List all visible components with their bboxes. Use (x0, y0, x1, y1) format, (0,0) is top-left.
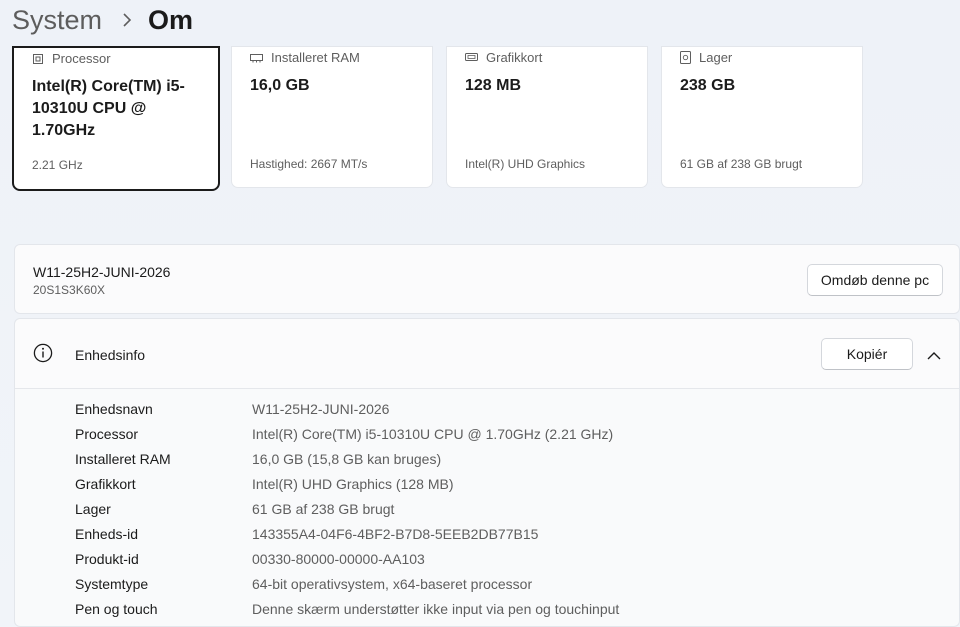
card-storage[interactable]: Lager 238 GB 61 GB af 238 GB brugt (661, 46, 863, 188)
card-label: Grafikkort (486, 50, 543, 65)
spec-value: W11-25H2-JUNI-2026 (252, 401, 390, 417)
spec-key: Grafikkort (75, 476, 136, 492)
card-subtext: 2.21 GHz (32, 158, 83, 172)
spec-key: Pen og touch (75, 601, 158, 617)
pc-model: 20S1S3K60X (33, 283, 106, 297)
card-label: Installeret RAM (271, 50, 360, 65)
breadcrumb: System Om (0, 0, 960, 40)
spec-value: Intel(R) UHD Graphics (128 MB) (252, 476, 454, 492)
spec-key: Installeret RAM (75, 451, 171, 467)
processor-icon (33, 53, 43, 64)
spec-value: 00330-80000-00000-AA103 (252, 551, 425, 567)
spec-value: Intel(R) Core(TM) i5-10310U CPU @ 1.70GH… (252, 426, 614, 442)
spec-key: Enheds-id (75, 526, 139, 542)
spec-key: Processor (75, 426, 139, 442)
card-value: 128 MB (465, 77, 522, 94)
chevron-right-icon (122, 10, 134, 30)
spec-value: 143355A4-04F6-4BF2-B7D8-5EEB2DB77B15 (252, 526, 539, 542)
card-subtext: Hastighed: 2667 MT/s (250, 157, 368, 171)
device-info-panel: Enhedsinfo Kopiér Enhedsnavn W11-25H2-JU… (14, 318, 960, 627)
spec-value: 64-bit operativsystem, x64-baseret proce… (252, 576, 533, 592)
spec-value: Denne skærm understøtter ikke input via … (252, 601, 620, 617)
spec-key: Systemtype (75, 576, 149, 592)
device-info-header[interactable]: Enhedsinfo Kopiér (15, 319, 959, 389)
card-subtext: 61 GB af 238 GB brugt (680, 157, 803, 171)
copy-button[interactable]: Kopiér (821, 338, 913, 370)
rename-pc-button[interactable]: Omdøb denne pc (807, 264, 943, 296)
pc-name-panel: W11-25H2-JUNI-2026 20S1S3K60X Omdøb denn… (14, 244, 960, 314)
spec-key: Produkt-id (75, 551, 139, 567)
storage-icon (680, 51, 691, 64)
card-value: 238 GB (680, 77, 736, 94)
chevron-up-icon[interactable] (927, 348, 941, 366)
pc-name: W11-25H2-JUNI-2026 (33, 264, 171, 280)
spec-key: Enhedsnavn (75, 401, 153, 417)
card-label: Processor (52, 51, 111, 66)
spec-value: 61 GB af 238 GB brugt (252, 501, 395, 517)
card-value: 16,0 GB (250, 77, 310, 94)
device-info-title: Enhedsinfo (75, 347, 146, 363)
card-subtext: Intel(R) UHD Graphics (465, 157, 586, 171)
card-processor[interactable]: Processor Intel(R) Core(TM) i5-10310U CP… (12, 46, 220, 191)
page-title: Om (148, 4, 194, 35)
card-label: Lager (699, 50, 733, 65)
info-icon (33, 343, 53, 368)
card-ram[interactable]: Installeret RAM 16,0 GB Hastighed: 2667 … (231, 46, 433, 188)
ram-icon (250, 53, 263, 62)
spec-key: Lager (75, 501, 111, 517)
spec-value: 16,0 GB (15,8 GB kan bruges) (252, 451, 442, 467)
card-graphics[interactable]: Grafikkort 128 MB Intel(R) UHD Graphics (446, 46, 648, 188)
card-value: Intel(R) Core(TM) i5-10310U CPU @ 1.70GH… (32, 78, 185, 139)
breadcrumb-system[interactable]: System (12, 5, 102, 36)
graphics-card-icon (465, 53, 478, 61)
